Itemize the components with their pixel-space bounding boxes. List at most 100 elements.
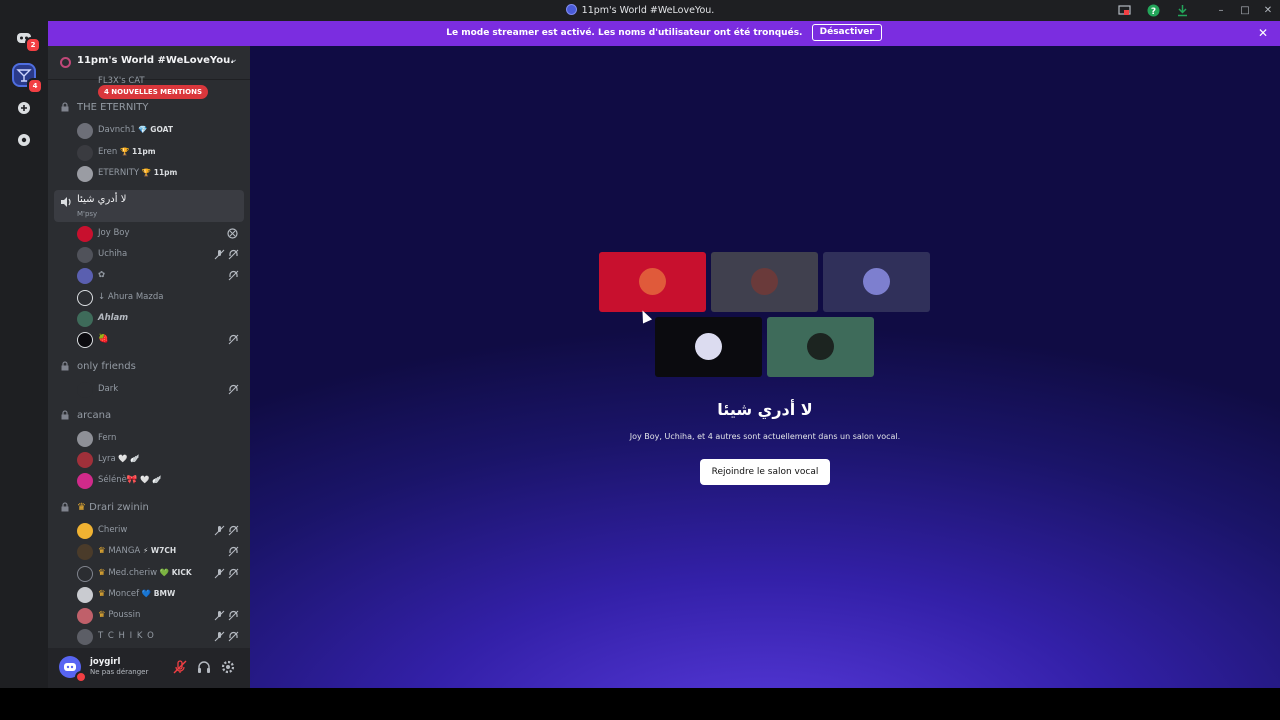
avatar — [77, 608, 93, 624]
streamer-mode-banner: Le mode streamer est activé. Les noms d'… — [48, 21, 1280, 46]
member-name: Fern — [98, 433, 117, 443]
participant-tile[interactable] — [711, 252, 818, 312]
voice-member[interactable]: ♛ MANGA ⚡ W7CH — [48, 542, 250, 562]
minimize-button[interactable]: – — [1209, 0, 1233, 21]
voice-member[interactable]: ✿ — [48, 266, 250, 286]
participant-tile[interactable] — [823, 252, 930, 312]
voice-member[interactable]: Eren 🏆 11pm — [48, 143, 250, 163]
maximize-button[interactable]: □ — [1233, 0, 1257, 21]
close-window-button[interactable]: ✕ — [1256, 0, 1280, 21]
voice-member[interactable]: Davnch1 💎 GOAT — [48, 121, 250, 141]
member-name: Davnch1 💎 GOAT — [98, 125, 173, 135]
username: joygirl — [90, 657, 121, 667]
voice-member[interactable]: Lyra 🤍 🪽 — [48, 450, 250, 470]
deafened-icon — [228, 384, 239, 395]
avatar — [77, 523, 93, 539]
voice-member[interactable]: Dark — [48, 380, 250, 400]
avatar — [77, 629, 93, 645]
voice-member[interactable]: Ahlam — [48, 309, 250, 329]
member-name: ♛ Med.cheriw 💚 KICK — [98, 568, 192, 578]
window-title-text: 11pm's World #WeLoveYou. — [581, 5, 715, 16]
channel-name: arcana — [77, 410, 112, 421]
voice-channel-active[interactable]: لا أدري شيئا M'psy — [54, 190, 244, 222]
voice-channel-arcana[interactable]: arcana — [54, 406, 244, 427]
member-name: Ahlam — [98, 313, 129, 323]
muted-mic-icon — [214, 631, 225, 642]
voice-member[interactable]: Uchiha — [48, 245, 250, 265]
muted-mic-icon — [214, 249, 225, 260]
member-name: ETERNITY 🏆 11pm — [98, 168, 178, 178]
avatar — [77, 290, 93, 306]
join-voice-button[interactable]: Rejoindre le salon vocal — [700, 459, 830, 485]
voice-member[interactable]: ♛ Moncef 💙 BMW — [48, 585, 250, 605]
download-icon[interactable] — [1176, 4, 1189, 17]
avatar — [77, 544, 93, 560]
voice-channel-only-friends[interactable]: only friends — [54, 357, 244, 378]
server-icon-11pm[interactable]: 4 — [12, 63, 43, 94]
add-server-button[interactable] — [12, 96, 36, 120]
headphones-icon[interactable] — [196, 659, 212, 675]
server-badge-icon — [60, 57, 71, 68]
home-button[interactable]: 2 — [12, 26, 41, 53]
xbox-icon — [227, 228, 238, 239]
participant-tile[interactable] — [767, 317, 874, 377]
voice-member[interactable]: Cheriw — [48, 521, 250, 541]
voice-member[interactable]: Fern — [48, 429, 250, 449]
avatar — [77, 145, 93, 161]
taskbar-strip — [0, 688, 1280, 720]
deafened-icon — [228, 525, 239, 536]
channel-status: M'psy — [77, 210, 98, 218]
deafened-icon — [228, 270, 239, 281]
participant-tile[interactable] — [655, 317, 762, 377]
voice-member[interactable]: 🍓 — [48, 330, 250, 350]
banner-text: Le mode streamer est activé. Les noms d'… — [446, 28, 803, 38]
avatar — [807, 333, 834, 360]
voice-member[interactable]: T C H I K O — [48, 627, 250, 647]
deafened-icon — [228, 334, 239, 345]
home-badge: 2 — [25, 37, 41, 53]
help-icon[interactable]: ? — [1147, 4, 1160, 17]
gear-icon[interactable] — [220, 659, 236, 675]
avatar — [77, 452, 93, 468]
explore-button[interactable] — [12, 128, 36, 152]
new-mentions-pill[interactable]: 4 NOUVELLES MENTIONS — [98, 85, 209, 99]
member-name: Uchiha — [98, 249, 128, 259]
server-name: 11pm's World #WeLoveYou. — [77, 55, 235, 66]
crown-icon: ♛ — [77, 502, 86, 513]
dnd-status-icon — [75, 671, 87, 683]
deafened-icon — [228, 568, 239, 579]
avatar — [77, 431, 93, 447]
voice-member[interactable]: Sélénè🎀 🤍 🪽 — [48, 471, 250, 491]
avatar — [77, 311, 93, 327]
avatar — [77, 247, 93, 263]
speaker-icon — [61, 197, 71, 207]
muted-mic-icon[interactable] — [172, 659, 188, 675]
server-rail: 2 4 — [0, 21, 48, 688]
member-name: ♛ Poussin — [98, 610, 141, 620]
chevron-down-icon[interactable]: ⌄ — [230, 54, 238, 65]
avatar — [863, 268, 890, 295]
channel-name: THE ETERNITY — [77, 102, 149, 113]
avatar — [77, 587, 93, 603]
add-icon — [18, 102, 30, 114]
channel-name: only friends — [77, 361, 136, 372]
screen-share-icon[interactable] — [1118, 4, 1131, 17]
voice-channel-title: لا أدري شيئا — [717, 400, 813, 419]
participant-tile[interactable] — [599, 252, 706, 312]
member-name: Lyra 🤍 🪽 — [98, 454, 140, 464]
member-name: ↓ Ahura Mazda — [98, 292, 164, 302]
deactivate-button[interactable]: Désactiver — [811, 24, 882, 41]
voice-member[interactable]: Joy Boy — [48, 224, 250, 244]
voice-member[interactable]: ↓ Ahura Mazda — [48, 288, 250, 308]
voice-member[interactable]: ♛ Med.cheriw 💚 KICK — [48, 564, 250, 584]
user-status: Ne pas déranger — [90, 668, 149, 676]
window-title: 11pm's World #WeLoveYou. — [0, 0, 1280, 21]
voice-member[interactable]: ♛ Poussin — [48, 606, 250, 626]
voice-member[interactable]: ETERNITY 🏆 11pm — [48, 164, 250, 184]
voice-channel-drari-zwinin[interactable]: ♛ Drari zwinin — [54, 498, 244, 519]
avatar — [77, 332, 93, 348]
member-name: Joy Boy — [98, 228, 130, 238]
banner-close-icon[interactable]: ✕ — [1258, 21, 1268, 46]
lock-icon — [61, 102, 69, 112]
voice-channel-the-eternity[interactable]: THE ETERNITY — [54, 98, 244, 119]
